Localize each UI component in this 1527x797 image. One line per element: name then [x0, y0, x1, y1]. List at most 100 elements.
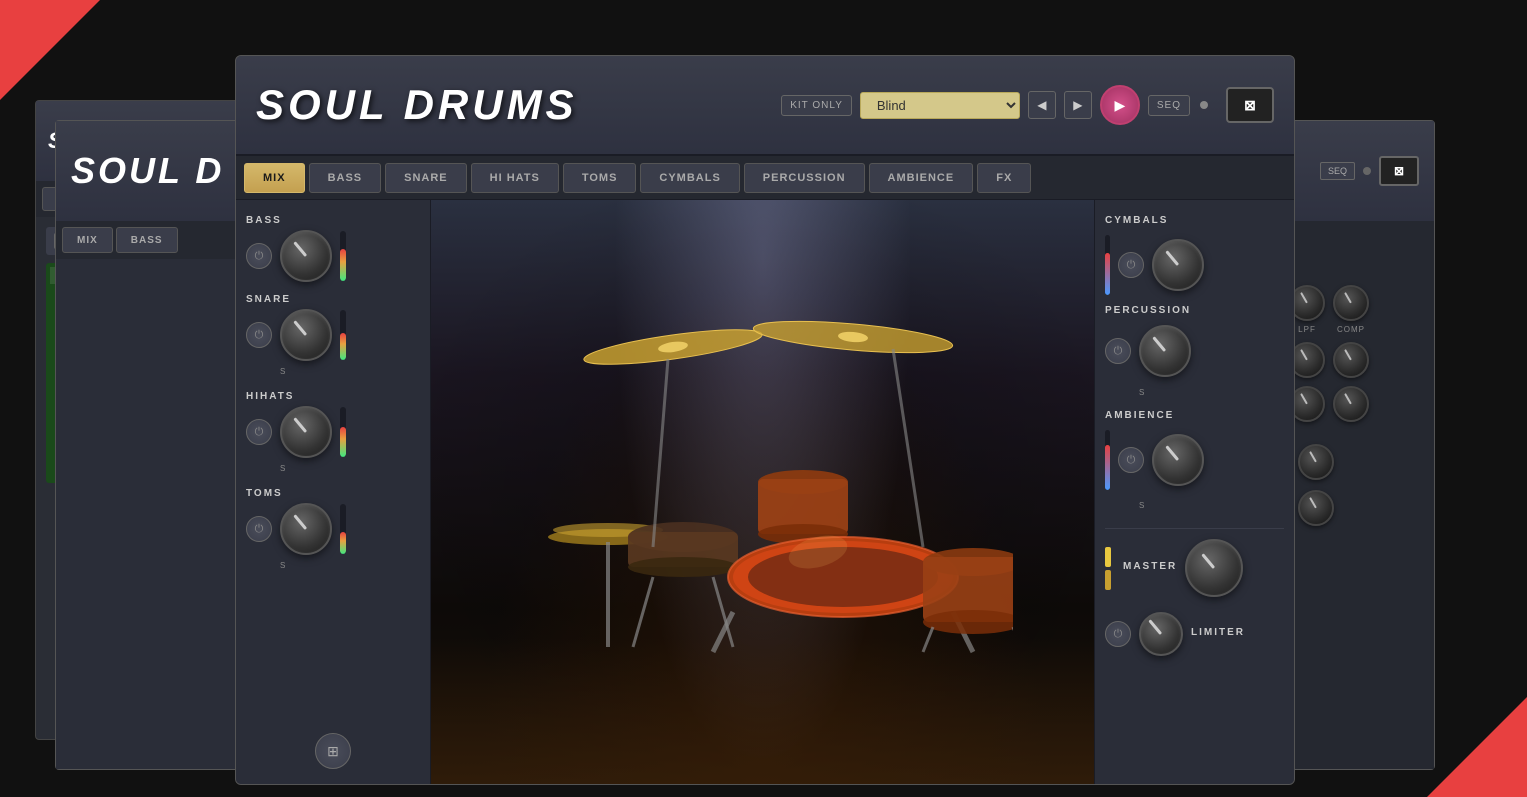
ambience-knob-row: ⏻ — [1105, 430, 1284, 490]
cymbals-knob[interactable] — [1152, 239, 1204, 291]
hihats-section: HIHATS ⏻ S — [246, 391, 420, 476]
bass-knob-row: ⏻ — [246, 230, 420, 282]
bass-label: BASS — [246, 215, 420, 226]
limiter-section: ⏻ LIMITER — [1105, 612, 1284, 656]
toms-knob[interactable] — [280, 503, 332, 555]
ambience-knob[interactable] — [1152, 434, 1204, 486]
hihats-level-fill — [340, 427, 346, 457]
limiter-power-button[interactable]: ⏻ — [1105, 621, 1131, 647]
comp-label: COMP — [1337, 325, 1365, 334]
hihats-knob[interactable] — [280, 406, 332, 458]
limiter-knob[interactable] — [1139, 612, 1183, 656]
tab-percussion[interactable]: PERCUSSION — [744, 163, 865, 193]
header-controls: KIT ONLY Blind ◀ ▶ ▶ SEQ ⊠ — [781, 85, 1274, 125]
kit-only-button[interactable]: KIT ONLY — [781, 95, 852, 116]
tab-snare[interactable]: SNARE — [385, 163, 467, 193]
toms-s-label: S — [280, 555, 420, 573]
toms-knob-row: ⏻ — [246, 503, 420, 555]
connector-dot — [1200, 101, 1208, 109]
hihats-s-label: S — [280, 458, 420, 476]
toms-level-bar — [340, 504, 346, 554]
cymbals-knob-row: ⏻ — [1105, 235, 1284, 295]
ambience-section: AMBIENCE ⏻ S — [1105, 410, 1284, 513]
header-bar: SOUL DRUMS KIT ONLY Blind ◀ ▶ ▶ SEQ ⊠ — [236, 56, 1294, 156]
percussion-knob-row: ⏻ — [1105, 325, 1284, 377]
snare-section: SNARE ⏻ S — [246, 294, 420, 379]
bass-level-bar — [340, 231, 346, 281]
master-knob[interactable] — [1185, 539, 1243, 597]
cymbals-label: CYMBALS — [1105, 215, 1284, 226]
drum-background — [431, 200, 1094, 784]
drum-kit-svg — [513, 267, 1013, 667]
seq-button[interactable]: SEQ — [1148, 95, 1190, 116]
prev-preset-button[interactable]: ◀ — [1028, 91, 1056, 119]
ambience-level-bar — [1105, 430, 1110, 490]
master-level-indicator-top — [1105, 547, 1111, 567]
tab-fx[interactable]: FX — [977, 163, 1031, 193]
cymbals-level-fill — [1105, 253, 1110, 295]
mid-panel-title: SOUL D — [71, 150, 224, 192]
floor-overlay — [431, 638, 1094, 784]
tab-hihats[interactable]: HI HATS — [471, 163, 559, 193]
play-button[interactable]: ▶ — [1100, 85, 1140, 125]
limiter-label: LIMITER — [1191, 627, 1245, 638]
cymbals-level-bar — [1105, 235, 1110, 295]
mid-tab-mix[interactable]: MIX — [62, 227, 113, 253]
hihats-label: HIHATS — [246, 391, 420, 402]
main-panel: SOUL DRUMS KIT ONLY Blind ◀ ▶ ▶ SEQ ⊠ MI… — [235, 55, 1295, 785]
tab-mix[interactable]: MIX — [244, 163, 305, 193]
delay2-knob[interactable] — [1298, 444, 1334, 480]
content-area: BASS ⏻ SNARE ⏻ — [236, 200, 1294, 784]
mid-seq-btn[interactable]: SEQ — [1320, 162, 1355, 180]
next-preset-button[interactable]: ▶ — [1064, 91, 1092, 119]
comp-col: COMP — [1333, 285, 1369, 334]
left-panel: BASS ⏻ SNARE ⏻ — [236, 200, 431, 784]
bass-section: BASS ⏻ — [246, 215, 420, 282]
preset-dropdown[interactable]: Blind — [860, 92, 1020, 119]
cymbals-section: CYMBALS ⏻ — [1105, 215, 1284, 295]
snare-knob[interactable] — [280, 309, 332, 361]
snare-level-bar — [340, 310, 346, 360]
snare-power-button[interactable]: ⏻ — [246, 322, 272, 348]
mid-uvi-logo: ⊠ — [1379, 156, 1419, 186]
cymbals-power-button[interactable]: ⏻ — [1118, 252, 1144, 278]
tab-ambience[interactable]: AMBIENCE — [869, 163, 974, 193]
lpf-label: LPF — [1298, 325, 1316, 334]
snare-s-label: S — [280, 361, 420, 379]
hihats-knob-row: ⏻ — [246, 406, 420, 458]
center-image-area — [431, 200, 1094, 784]
fx-knob-3c[interactable] — [1333, 386, 1369, 422]
tab-bass[interactable]: BASS — [309, 163, 382, 193]
snare-knob-row: ⏻ — [246, 309, 420, 361]
fx-knob-2c[interactable] — [1333, 342, 1369, 378]
hihats-power-button[interactable]: ⏻ — [246, 419, 272, 445]
tab-bar: MIX BASS SNARE HI HATS TOMS CYMBALS PERC… — [236, 156, 1294, 200]
percussion-section: PERCUSSION ⏻ S — [1105, 305, 1284, 400]
tab-toms[interactable]: TOMS — [563, 163, 637, 193]
bass-knob[interactable] — [280, 230, 332, 282]
right-panel: CYMBALS ⏻ PERCUSSION ⏻ — [1094, 200, 1294, 784]
ambience-level-fill — [1105, 445, 1110, 490]
uvi-logo: ⊠ — [1226, 87, 1274, 123]
ambience-power-button[interactable]: ⏻ — [1118, 447, 1144, 473]
bass-power-button[interactable]: ⏻ — [246, 243, 272, 269]
percussion-knob[interactable] — [1139, 325, 1191, 377]
ambience-s-label: S — [1139, 495, 1284, 513]
red-corner-br — [1427, 697, 1527, 797]
mid-tab-bass[interactable]: BASS — [116, 227, 178, 253]
main-scene: SOUL D MIX BASS ▶ FlyMe Gr 01 Soul 02 So… — [0, 0, 1527, 797]
master-level-indicators — [1105, 547, 1111, 590]
snare-level-fill — [340, 333, 346, 361]
master-level-indicator-bottom — [1105, 570, 1111, 590]
reverb2-knob[interactable] — [1298, 490, 1334, 526]
app-title: SOUL DRUMS — [256, 81, 781, 129]
tab-cymbals[interactable]: CYMBALS — [640, 163, 739, 193]
percussion-power-button[interactable]: ⏻ — [1105, 338, 1131, 364]
settings-button[interactable]: ⊞ — [315, 733, 351, 769]
master-label: MASTER — [1123, 561, 1177, 572]
red-corner-tl — [0, 0, 100, 100]
toms-power-button[interactable]: ⏻ — [246, 516, 272, 542]
comp-knob[interactable] — [1333, 285, 1369, 321]
master-knob-row: MASTER — [1105, 539, 1284, 597]
bass-level-fill — [340, 249, 346, 282]
